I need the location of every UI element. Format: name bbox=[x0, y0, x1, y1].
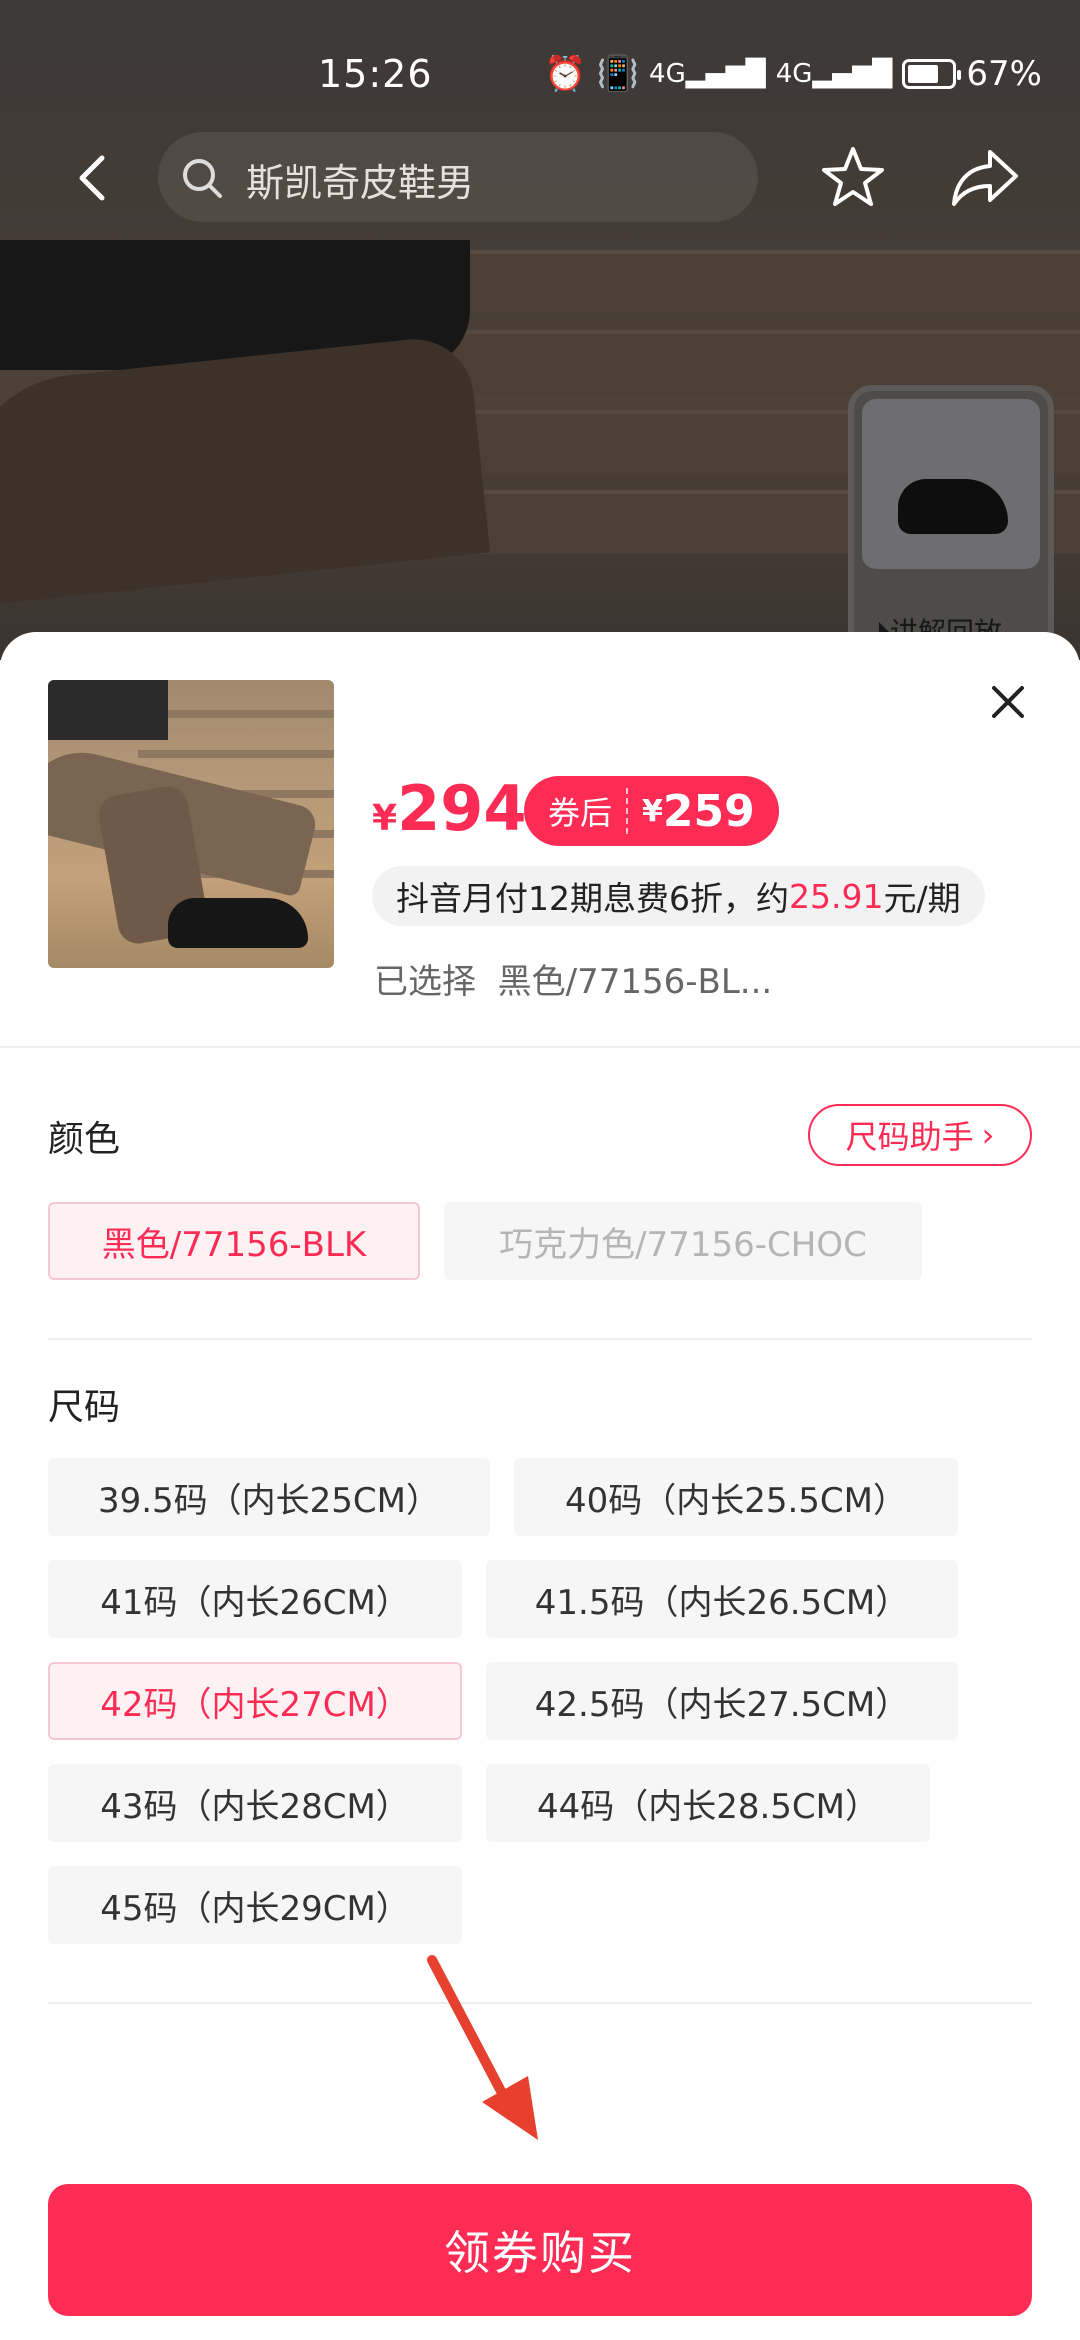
divider bbox=[48, 1338, 1032, 1340]
search-bar[interactable]: 斯凯奇皮鞋男 bbox=[158, 132, 758, 222]
status-bar: 15:26 ⏰ 📳 4G▂▄▆█ 4G▂▄▆█ 67% bbox=[0, 0, 1080, 150]
size-option-41[interactable]: 41码（内长26CM） bbox=[48, 1560, 462, 1638]
share-icon[interactable] bbox=[950, 144, 1020, 210]
sku-selector-sheet: ¥294 券后 ¥ 259 抖音月付12期息费6折，约 25.91 元/期 已选择 … bbox=[0, 632, 1080, 2340]
color-section-title: 颜色 bbox=[48, 1119, 121, 1160]
color-option-black[interactable]: 黑色/77156-BLK bbox=[48, 1202, 420, 1280]
divider bbox=[0, 1046, 1080, 1048]
size-section-title: 尺码 bbox=[48, 1387, 121, 1428]
search-icon bbox=[183, 159, 222, 198]
size-option-42-5[interactable]: 42.5码（内长27.5CM） bbox=[486, 1662, 958, 1740]
top-nav: 斯凯奇皮鞋男 bbox=[0, 130, 1080, 240]
star-icon[interactable] bbox=[820, 144, 886, 210]
chevron-right-icon: › bbox=[981, 1116, 995, 1154]
search-placeholder: 斯凯奇皮鞋男 bbox=[246, 161, 475, 205]
annotation-arrow-icon bbox=[427, 1955, 538, 2140]
size-option-39-5[interactable]: 39.5码（内长25CM） bbox=[48, 1458, 490, 1536]
size-option-45[interactable]: 45码（内长29CM） bbox=[48, 1866, 462, 1944]
coupon-price-badge: 券后 ¥ 259 bbox=[524, 776, 779, 846]
alarm-icon: ⏰ bbox=[544, 54, 587, 94]
product-thumbnail[interactable] bbox=[48, 680, 334, 968]
size-option-43[interactable]: 43码（内长28CM） bbox=[48, 1764, 462, 1842]
size-helper-button[interactable]: 尺码助手 › bbox=[808, 1104, 1032, 1166]
size-option-41-5[interactable]: 41.5码（内长26.5CM） bbox=[486, 1560, 958, 1638]
signal-icon: 4G▂▄▆█ bbox=[775, 59, 893, 89]
size-option-40[interactable]: 40码（内长25.5CM） bbox=[514, 1458, 958, 1536]
product-price: ¥294 bbox=[372, 772, 527, 845]
signal-icon: 4G▂▄▆█ bbox=[649, 59, 766, 89]
back-icon[interactable] bbox=[64, 148, 124, 208]
vibrate-icon: 📳 bbox=[596, 54, 640, 94]
status-icons: ⏰ 📳 4G▂▄▆█ 4G▂▄▆█ 67% bbox=[544, 54, 1042, 94]
close-icon[interactable] bbox=[988, 682, 1028, 722]
size-option-44[interactable]: 44码（内长28.5CM） bbox=[486, 1764, 930, 1842]
status-time: 15:26 bbox=[318, 52, 433, 96]
installment-info[interactable]: 抖音月付12期息费6折，约 25.91 元/期 bbox=[372, 866, 985, 926]
selected-sku: 已选择 黑色/77156-BL... bbox=[374, 962, 773, 1002]
size-option-42[interactable]: 42码（内长27CM） bbox=[48, 1662, 462, 1740]
color-option-choc[interactable]: 巧克力色/77156-CHOC bbox=[444, 1202, 922, 1280]
battery-percent: 67% bbox=[966, 54, 1042, 94]
battery-icon bbox=[902, 59, 962, 89]
get-coupon-buy-button[interactable]: 领券购买 bbox=[48, 2184, 1032, 2316]
